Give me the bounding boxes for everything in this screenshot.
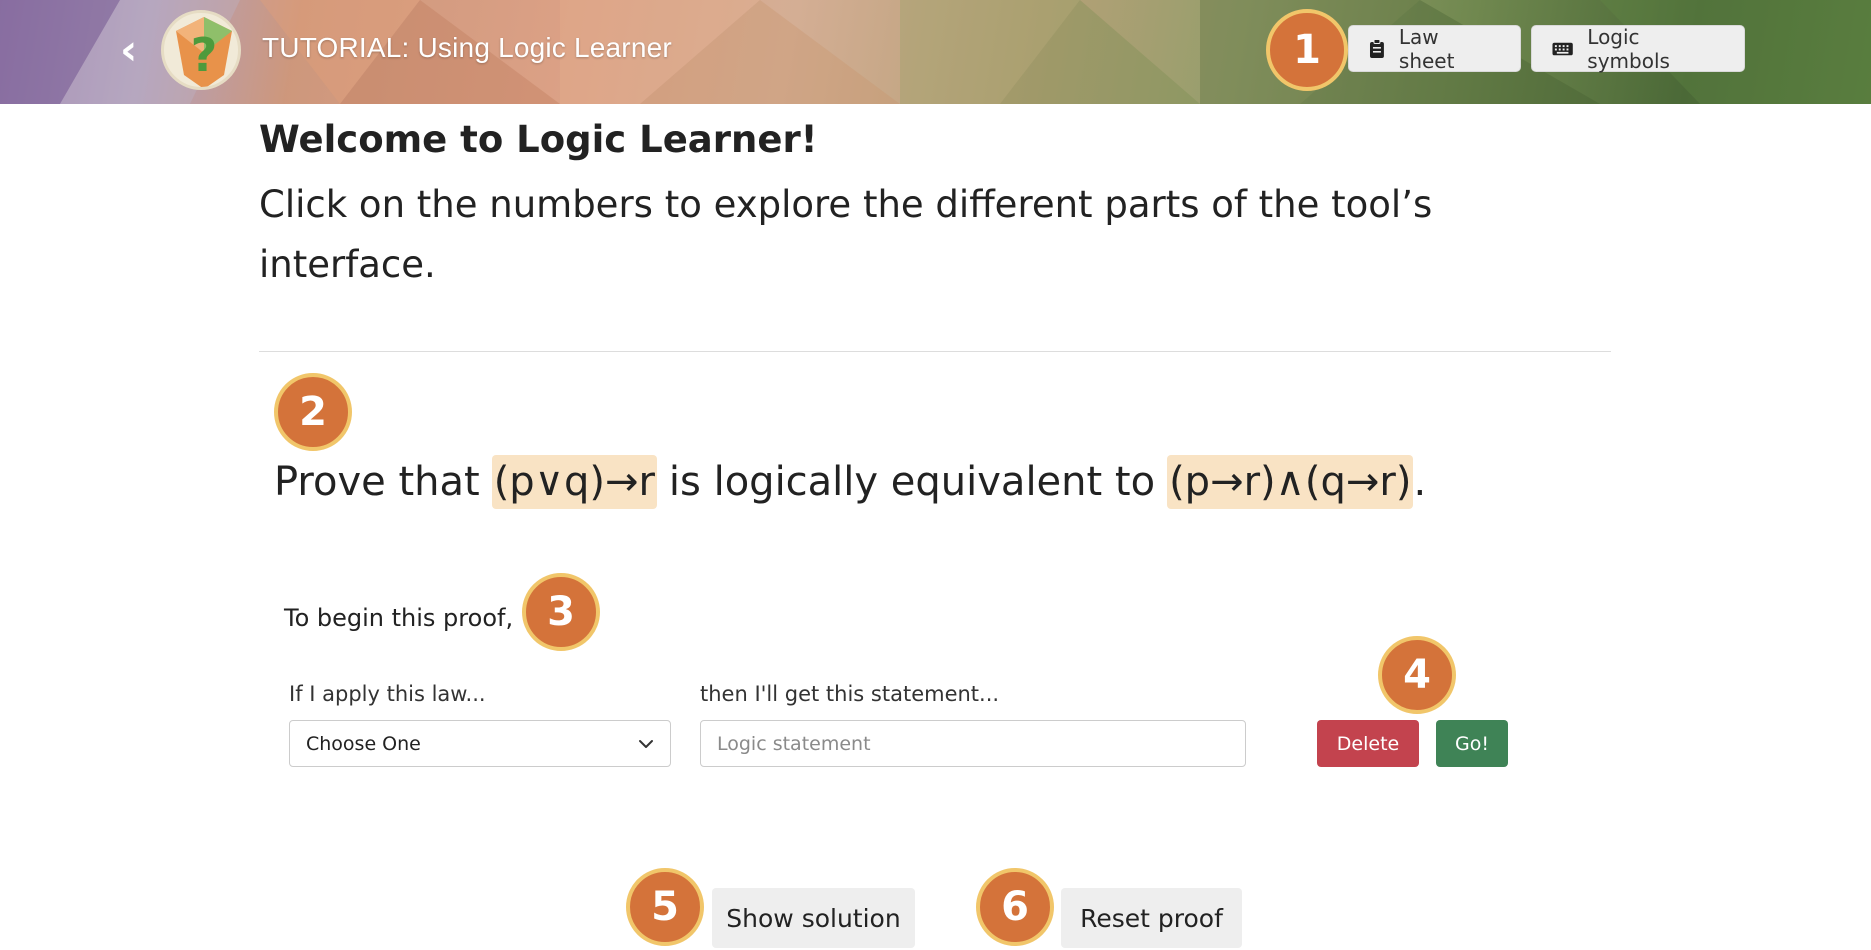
keyboard-icon (1552, 42, 1573, 55)
logic-statement-input[interactable] (700, 720, 1246, 767)
svg-text:?: ? (191, 28, 218, 82)
logic-learner-logo: ? (161, 10, 241, 90)
tutorial-badge-6[interactable]: 6 (976, 868, 1054, 946)
badge-number: 5 (651, 884, 679, 930)
show-solution-button[interactable]: Show solution (712, 888, 915, 948)
begin-proof-text: To begin this proof, (284, 604, 514, 632)
tutorial-badge-4[interactable]: 4 (1378, 636, 1456, 714)
statement-field-label: then I'll get this statement... (700, 682, 1000, 706)
page-title: TUTORIAL: Using Logic Learner (262, 32, 672, 63)
badge-number: 1 (1293, 27, 1321, 73)
logic-symbols-label: Logic symbols (1587, 24, 1670, 73)
go-button[interactable]: Go! (1436, 720, 1508, 767)
conclusion-formula: (p→r)∧(q→r) (1167, 455, 1414, 509)
problem-middle: is logically equivalent to (668, 459, 1156, 505)
header-bar: ‹ ? TUTORIAL: Using Logic Learner 1 Law … (0, 0, 1871, 104)
back-chevron-icon[interactable]: ‹ (120, 28, 150, 72)
badge-number: 3 (547, 589, 575, 635)
badge-number: 2 (299, 389, 327, 435)
tutorial-badge-2[interactable]: 2 (274, 373, 352, 451)
logic-symbols-button[interactable]: Logic symbols (1531, 24, 1745, 73)
tutorial-badge-1[interactable]: 1 (1266, 9, 1348, 91)
problem-statement: Prove that (p∨q)→r is logically equivale… (274, 455, 1426, 509)
problem-suffix: . (1413, 459, 1427, 505)
divider (259, 351, 1611, 352)
reset-proof-button[interactable]: Reset proof (1061, 888, 1242, 948)
welcome-text: Click on the numbers to explore the diff… (259, 183, 1433, 286)
welcome-heading: Welcome to Logic Learner! (259, 118, 818, 161)
badge-number: 4 (1403, 652, 1431, 698)
clipboard-icon (1369, 38, 1384, 58)
chevron-down-icon (639, 739, 653, 748)
law-sheet-label: Law sheet (1398, 24, 1455, 73)
tutorial-badge-3[interactable]: 3 (522, 573, 600, 651)
premise-formula: (p∨q)→r (491, 455, 657, 509)
delete-button[interactable]: Delete (1317, 720, 1419, 767)
law-select-value: Choose One (306, 732, 421, 755)
tutorial-badge-5[interactable]: 5 (626, 868, 704, 946)
law-sheet-button[interactable]: Law sheet (1348, 24, 1521, 73)
law-field-label: If I apply this law... (289, 682, 486, 706)
law-select[interactable]: Choose One (289, 720, 671, 767)
badge-number: 6 (1001, 884, 1029, 930)
problem-prefix: Prove that (274, 459, 480, 505)
